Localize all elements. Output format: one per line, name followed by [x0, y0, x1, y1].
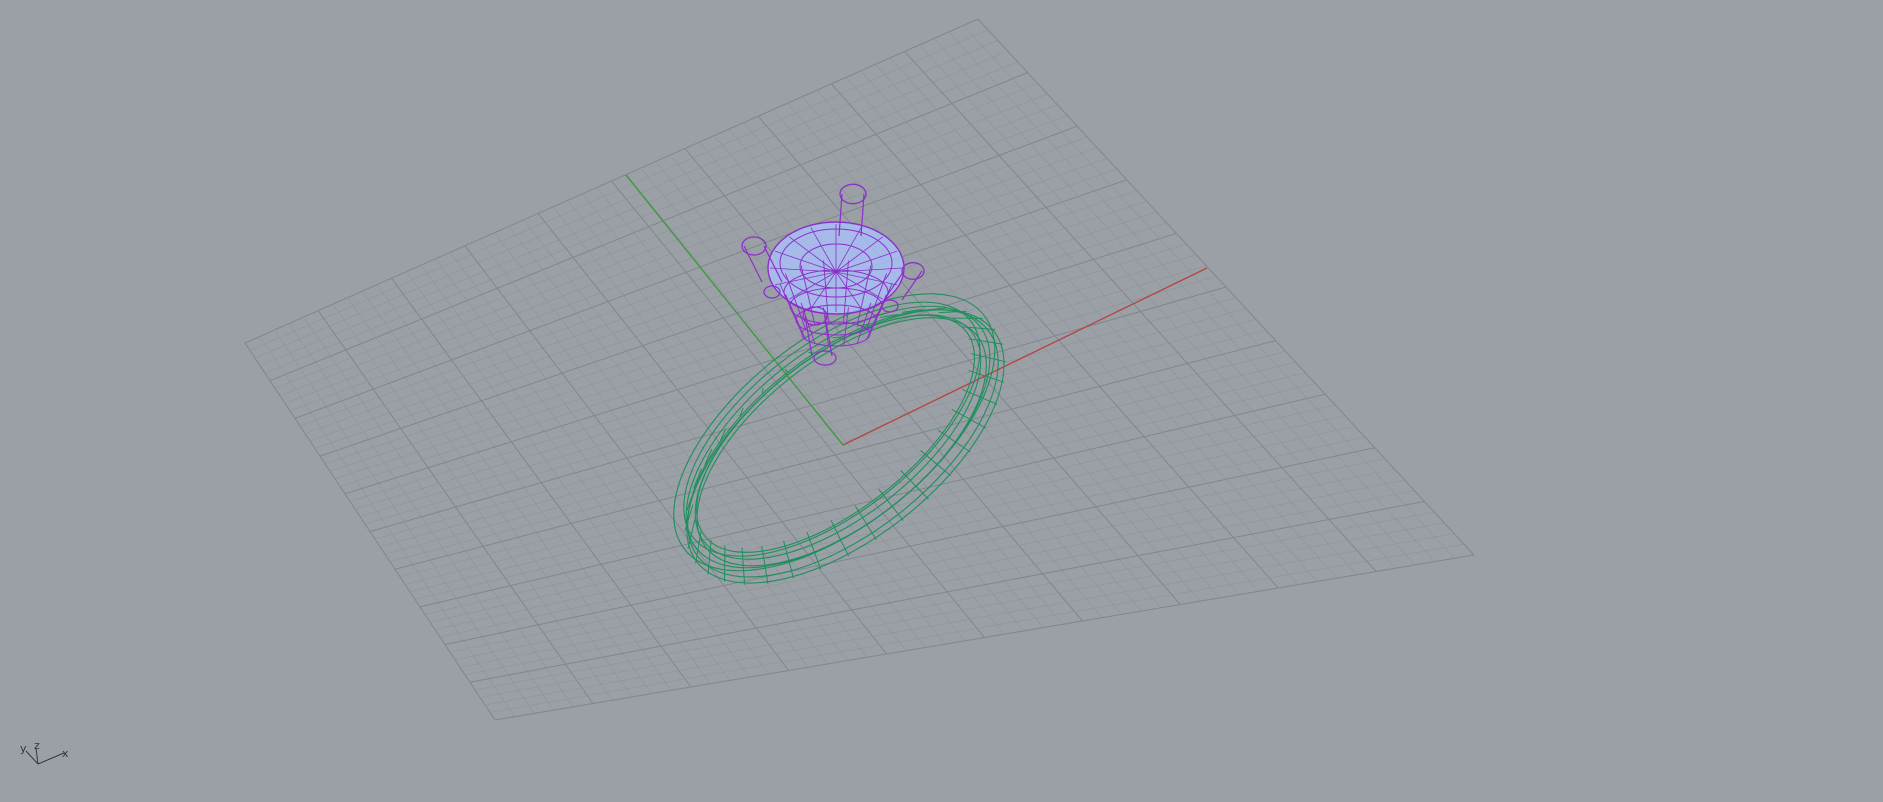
axis-triad-widget: y z x [20, 739, 69, 765]
grid-line [933, 38, 1416, 566]
triad-x-line [37, 752, 65, 765]
grid-line [444, 447, 1375, 646]
grid-line [469, 500, 1425, 683]
prong-tip [839, 183, 867, 205]
grid-line [977, 18, 1475, 556]
triad-z-label: z [34, 739, 40, 752]
construction-grid [244, 18, 1475, 721]
grid-line [831, 83, 1279, 589]
grid-line [384, 318, 1256, 555]
grid-line [484, 533, 1455, 706]
band-section [707, 540, 712, 575]
grid-line [772, 109, 1201, 602]
prong [743, 245, 763, 283]
grid-line [669, 154, 1064, 625]
grid-line [948, 31, 1436, 562]
grid-line [379, 308, 1246, 547]
band-section [761, 387, 764, 394]
grid-line [414, 383, 1316, 600]
perspective-viewport[interactable]: y z x [0, 0, 1883, 802]
grid-line [889, 57, 1357, 576]
grid-line [454, 468, 1395, 660]
grid-line [743, 122, 1161, 608]
triad-x-label: x [62, 747, 69, 760]
grid-line [434, 426, 1356, 630]
grid-line [374, 297, 1237, 540]
viewport-canvas[interactable]: y z x [0, 0, 1883, 802]
grid-line [409, 372, 1306, 593]
grid-line [757, 115, 1181, 605]
grid-line [801, 96, 1240, 595]
grid-line [474, 511, 1435, 691]
band-section [741, 547, 746, 585]
grid-line [494, 554, 1475, 721]
grid-line [919, 44, 1396, 569]
band-section [937, 429, 971, 453]
grid-line [845, 77, 1299, 585]
grid-line [489, 543, 1465, 713]
grid-line [439, 436, 1365, 638]
world-x-axis [842, 267, 1208, 446]
triad-y-label: y [20, 742, 27, 755]
grid-line [684, 148, 1083, 622]
grid-line [875, 64, 1338, 579]
prong-tip [741, 236, 767, 256]
